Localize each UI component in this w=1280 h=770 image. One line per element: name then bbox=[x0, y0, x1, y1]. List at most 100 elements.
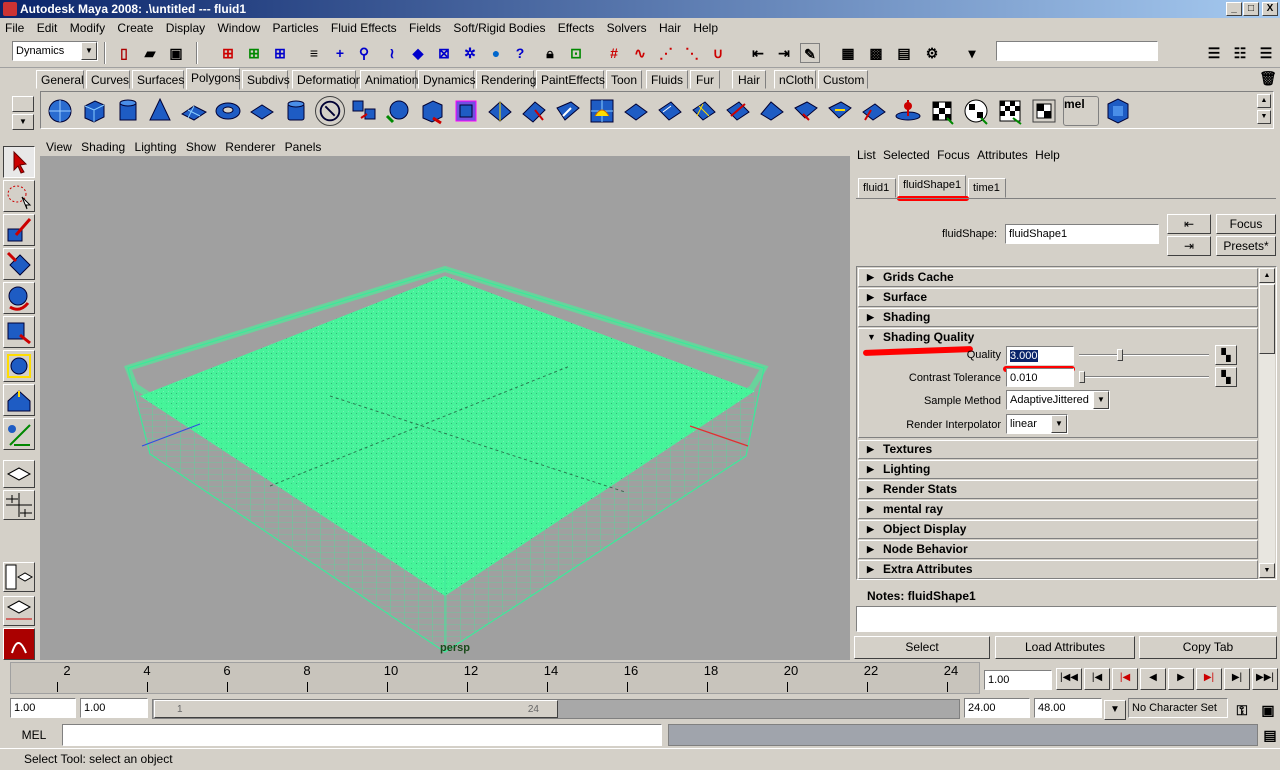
scroll-down-button[interactable]: ▼ bbox=[1259, 563, 1275, 578]
animation-end-field[interactable]: 48.00 bbox=[1034, 698, 1102, 718]
panel-menu-lighting[interactable]: Lighting bbox=[135, 140, 177, 154]
outliner-persp-layout-button[interactable] bbox=[3, 562, 35, 592]
render-settings-icon[interactable]: ⚙ bbox=[922, 43, 942, 63]
show-hide-channel-box-icon[interactable]: ☰ bbox=[1256, 43, 1276, 63]
play-forwards-button[interactable]: ▶ bbox=[1168, 668, 1194, 690]
menu-modify[interactable]: Modify bbox=[66, 18, 109, 38]
select-button[interactable]: Select bbox=[854, 636, 990, 659]
poly-cone-icon[interactable] bbox=[145, 96, 175, 126]
render-current-frame-icon[interactable]: ▩ bbox=[866, 43, 886, 63]
shelf-tab-toon[interactable]: Toon bbox=[606, 70, 642, 89]
shelf-tab-polygons[interactable]: Polygons bbox=[186, 68, 240, 90]
menu-effects[interactable]: Effects bbox=[554, 18, 598, 38]
scale-tool-button[interactable] bbox=[3, 316, 35, 348]
shelf-tab-curves[interactable]: Curves bbox=[86, 70, 130, 89]
move-tool-button[interactable] bbox=[3, 248, 35, 280]
tab-fluid1[interactable]: fluid1 bbox=[858, 178, 896, 198]
shelf-tab-fur[interactable]: Fur bbox=[690, 70, 720, 89]
select-by-hierarchy-icon[interactable]: ⊞ bbox=[218, 43, 238, 63]
poly-cube-icon[interactable] bbox=[79, 96, 109, 126]
poly-cylinder-icon[interactable] bbox=[113, 96, 143, 126]
go-to-end-button[interactable]: ▶▶| bbox=[1252, 668, 1278, 690]
select-deformations-icon[interactable]: ⊠ bbox=[434, 43, 454, 63]
highlight-selection-icon[interactable]: ⊡ bbox=[566, 43, 586, 63]
shelf-tab-ncloth[interactable]: nCloth bbox=[774, 70, 816, 89]
custom-polygon-icon[interactable] bbox=[1103, 96, 1133, 126]
section-grids-cache[interactable]: ▶ Grids Cache bbox=[858, 268, 1258, 287]
menu-fluid-effects[interactable]: Fluid Effects bbox=[327, 18, 401, 38]
quality-map-button[interactable]: ▚ bbox=[1215, 345, 1237, 365]
close-button[interactable]: X bbox=[1262, 2, 1278, 16]
bevel-icon[interactable] bbox=[757, 96, 787, 126]
lasso-tool-button[interactable] bbox=[3, 180, 35, 212]
snap-to-grids-icon[interactable]: # bbox=[604, 43, 624, 63]
mel-label[interactable]: MEL bbox=[10, 726, 58, 744]
shelf-tab-subdivs[interactable]: Subdivs bbox=[242, 70, 290, 89]
minimize-button[interactable]: _ bbox=[1226, 2, 1242, 16]
show-hide-tool-settings-icon[interactable]: ☷ bbox=[1230, 43, 1250, 63]
menu-create[interactable]: Create bbox=[113, 18, 157, 38]
section-node-behavior[interactable]: ▶ Node Behavior bbox=[858, 540, 1258, 559]
select-rendering-icon[interactable]: ● bbox=[486, 43, 506, 63]
panel-menu-show[interactable]: Show bbox=[186, 140, 216, 154]
save-scene-icon[interactable]: ▣ bbox=[166, 43, 186, 63]
go-to-start-button[interactable]: |◀◀ bbox=[1056, 668, 1082, 690]
menu-soft-rigid-bodies[interactable]: Soft/Rigid Bodies bbox=[449, 18, 549, 38]
select-by-object-icon[interactable]: ⊞ bbox=[244, 43, 264, 63]
shelf-tab-hair[interactable]: Hair bbox=[732, 70, 766, 89]
auto-key-icon[interactable]: ⚿ bbox=[1232, 700, 1252, 720]
tab-time1[interactable]: time1 bbox=[968, 178, 1006, 198]
copy-tab-button[interactable]: Copy Tab bbox=[1139, 636, 1277, 659]
menu-window[interactable]: Window bbox=[213, 18, 264, 38]
shelf-tab-fluids[interactable]: Fluids bbox=[646, 70, 688, 89]
section-shading[interactable]: ▶ Shading bbox=[858, 308, 1258, 327]
menu-display[interactable]: Display bbox=[162, 18, 209, 38]
scroll-thumb[interactable] bbox=[1259, 284, 1275, 354]
extract-icon[interactable] bbox=[417, 96, 447, 126]
paint-select-tool-button[interactable] bbox=[3, 214, 35, 246]
select-curves-icon[interactable]: ≀ bbox=[382, 43, 402, 63]
lock-selection-icon[interactable]: 🔒︎ bbox=[540, 43, 560, 63]
menu-fields[interactable]: Fields bbox=[405, 18, 445, 38]
smooth-icon[interactable] bbox=[451, 96, 481, 126]
shelf-scroll-up-button[interactable]: ▲ bbox=[1257, 94, 1271, 108]
poly-pipe-icon[interactable] bbox=[281, 96, 311, 126]
quality-field[interactable]: 3.000 bbox=[1006, 346, 1074, 365]
trash-icon[interactable]: 🗑︎ bbox=[1258, 68, 1278, 88]
current-character-set-field[interactable]: No Character Set bbox=[1128, 698, 1228, 718]
select-misc-icon[interactable]: ? bbox=[510, 43, 530, 63]
section-object-display[interactable]: ▶ Object Display bbox=[858, 520, 1258, 539]
cut-faces-icon[interactable] bbox=[723, 96, 753, 126]
append-polygon-icon[interactable] bbox=[553, 96, 583, 126]
contrast-tolerance-field[interactable]: 0.010 bbox=[1006, 368, 1074, 387]
ae-menu-selected[interactable]: Selected bbox=[883, 148, 930, 162]
contrast-map-button[interactable]: ▚ bbox=[1215, 367, 1237, 387]
presets-button[interactable]: Presets* bbox=[1216, 236, 1276, 256]
combine-icon[interactable] bbox=[349, 96, 379, 126]
shelf-tab-general[interactable]: General bbox=[36, 70, 84, 89]
panel-menu-view[interactable]: View bbox=[46, 140, 72, 154]
split-polygon-icon[interactable] bbox=[587, 96, 617, 126]
section-textures[interactable]: ▶ Textures bbox=[858, 440, 1258, 459]
quick-selection-icon[interactable]: ▾ bbox=[962, 43, 982, 63]
notes-field[interactable] bbox=[856, 606, 1277, 632]
rotate-tool-button[interactable] bbox=[3, 282, 35, 314]
four-view-layout-button[interactable] bbox=[3, 490, 35, 520]
menuset-dropdown[interactable]: Dynamics ▼ bbox=[12, 41, 98, 61]
shelf-tab-animation[interactable]: Animation bbox=[360, 70, 418, 89]
open-scene-icon[interactable]: ▰ bbox=[140, 43, 160, 63]
node-name-field[interactable]: fluidShape1 bbox=[1005, 224, 1159, 244]
step-forward-frame-button[interactable]: ▶| bbox=[1224, 668, 1250, 690]
step-back-key-button[interactable]: |◀ bbox=[1112, 668, 1138, 690]
ipr-render-icon[interactable]: ▤ bbox=[894, 43, 914, 63]
planar-mapping-icon[interactable] bbox=[893, 96, 923, 126]
input-connections-icon[interactable]: ⇤ bbox=[748, 43, 768, 63]
persp-graph-layout-button[interactable] bbox=[3, 596, 35, 626]
soft-modification-tool-button[interactable] bbox=[3, 384, 35, 416]
construction-history-icon[interactable]: ✎ bbox=[800, 43, 820, 63]
menu-hair[interactable]: Hair bbox=[655, 18, 685, 38]
mel-command-input[interactable] bbox=[62, 724, 662, 746]
range-slider-handle[interactable]: 1 24 bbox=[154, 700, 558, 718]
shelf-menu-button[interactable]: ▼ bbox=[12, 114, 34, 130]
shelf-tab-painteffects[interactable]: PaintEffects bbox=[536, 70, 605, 89]
